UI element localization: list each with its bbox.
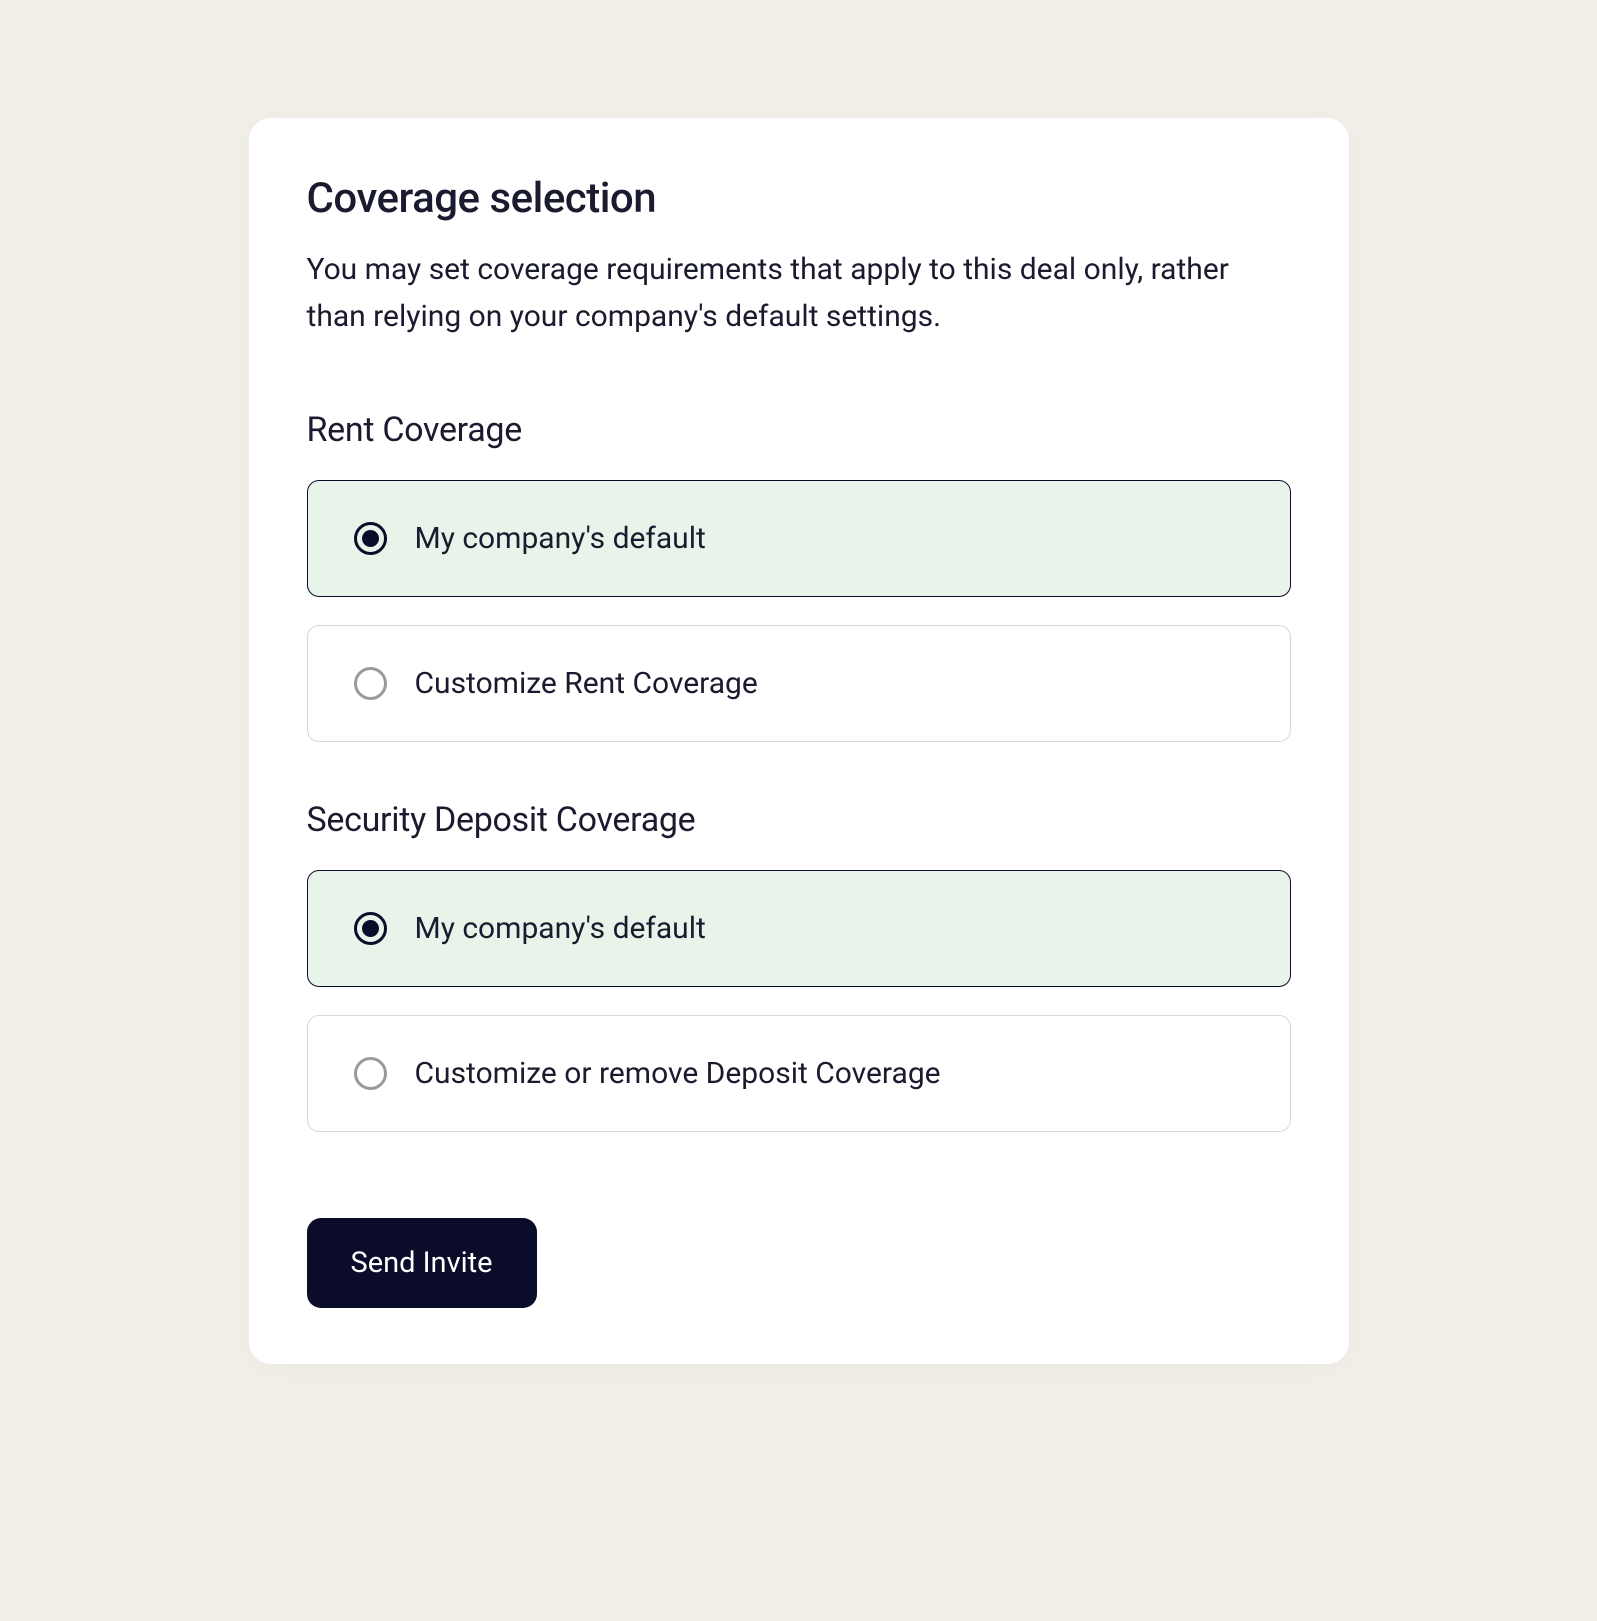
radio-unselected-icon	[354, 667, 387, 700]
page-subtitle: You may set coverage requirements that a…	[307, 247, 1291, 340]
deposit-option-customize-label: Customize or remove Deposit Coverage	[415, 1056, 941, 1091]
radio-selected-icon	[354, 912, 387, 945]
page-title: Coverage selection	[307, 174, 1291, 223]
deposit-coverage-heading: Security Deposit Coverage	[307, 800, 1291, 840]
rent-option-customize-label: Customize Rent Coverage	[415, 666, 758, 701]
coverage-selection-card: Coverage selection You may set coverage …	[249, 118, 1349, 1364]
rent-option-default-label: My company's default	[415, 521, 706, 556]
deposit-option-customize[interactable]: Customize or remove Deposit Coverage	[307, 1015, 1291, 1132]
rent-coverage-heading: Rent Coverage	[307, 410, 1291, 450]
send-invite-button[interactable]: Send Invite	[307, 1218, 537, 1308]
deposit-option-default[interactable]: My company's default	[307, 870, 1291, 987]
radio-selected-icon	[354, 522, 387, 555]
rent-option-default[interactable]: My company's default	[307, 480, 1291, 597]
rent-coverage-section: Rent Coverage My company's default Custo…	[307, 410, 1291, 742]
rent-option-customize[interactable]: Customize Rent Coverage	[307, 625, 1291, 742]
radio-unselected-icon	[354, 1057, 387, 1090]
deposit-option-default-label: My company's default	[415, 911, 706, 946]
deposit-coverage-section: Security Deposit Coverage My company's d…	[307, 800, 1291, 1132]
